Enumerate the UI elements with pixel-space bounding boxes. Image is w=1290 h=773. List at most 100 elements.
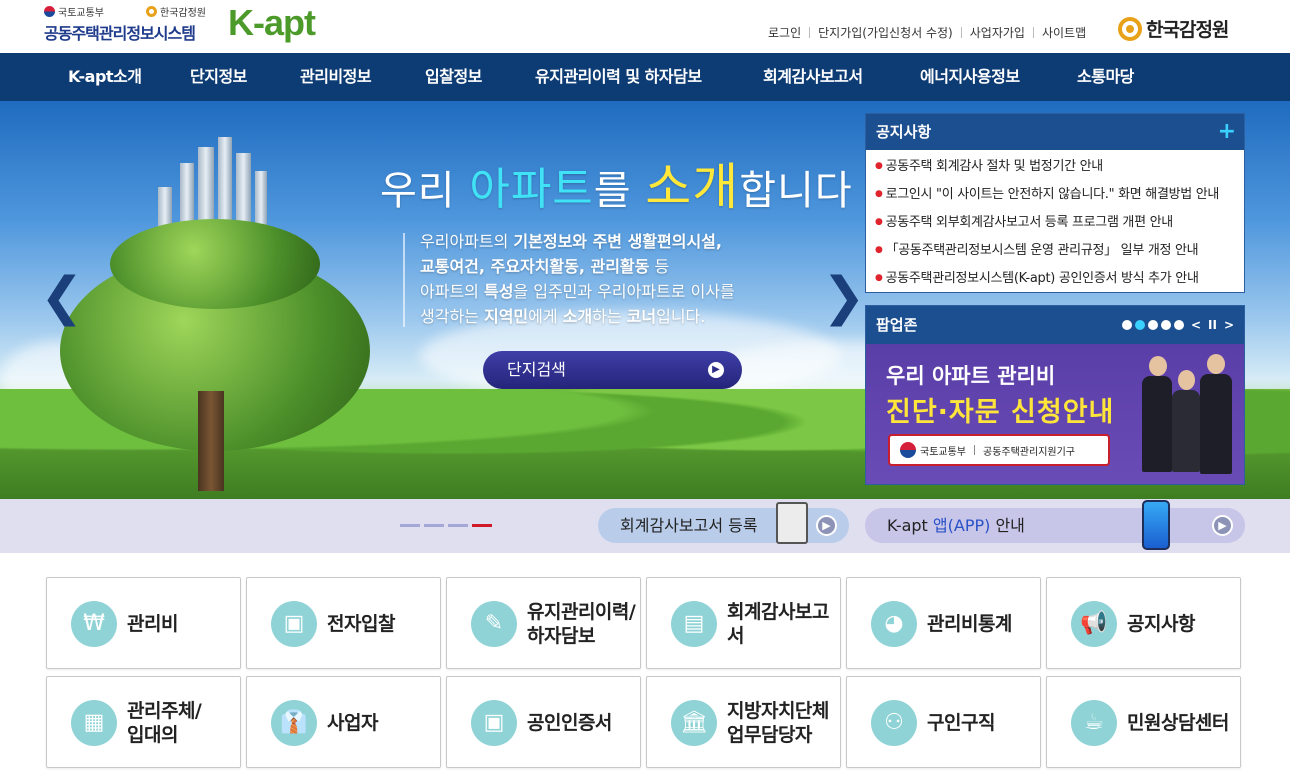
kapt-logo[interactable]: K-apt [228,2,316,44]
site-logo[interactable]: 국토교통부 한국감정원 공동주택관리정보시스템 [44,4,224,48]
people-icon: ⚇ [871,700,917,746]
nav-maintenance[interactable]: 유지관리이력 및 하자담보 [535,53,702,101]
system-name: 공동주택관리정보시스템 [44,24,196,43]
nav-complex-info[interactable]: 단지정보 [190,53,247,101]
notice-item[interactable]: ● 「공동주택관리정보시스템 운영 관리규정」 일부 개정 안내 [875,237,1238,265]
notice-item[interactable]: ● 공동주택 외부회계감사보고서 등록 프로그램 개편 안내 [875,209,1238,237]
notice-item-text: 「공동주택관리정보시스템 운영 관리규정」 일부 개정 안내 [885,243,1199,258]
text: 특성 [483,282,514,301]
audit-report-register-button[interactable]: 회계감사보고서 등록 ▶ [598,508,849,543]
popup-dot[interactable] [1121,320,1132,330]
login-link[interactable]: 로그인 [768,24,801,41]
nav-bid-info[interactable]: 입찰정보 [425,53,482,101]
tree-trunk [198,391,224,491]
text: 등 [649,257,670,276]
pause-icon[interactable]: II [1208,306,1217,344]
chevron-right-icon: ▶ [816,515,837,536]
button-label: 회계감사보고서 등록 [620,516,758,535]
person-head [1207,354,1225,374]
quick-menu-label: 공지사항 [1127,613,1195,635]
quick-menu-card[interactable]: ▤ 회계감사보고서 [646,577,841,669]
money-bag-icon: ₩ [71,601,117,647]
quick-menu-card[interactable]: ☕ 민원상담센터 [1046,676,1241,768]
notice-item[interactable]: ● 로그인시 "이 사이트는 안전하지 않습니다." 화면 해결방법 안내 [875,181,1238,209]
quick-menu-card[interactable]: ✎ 유지관리이력/ 하자담보 [446,577,641,669]
quick-menu-card[interactable]: ₩ 관리비 [46,577,241,669]
slide-indicator[interactable] [448,524,468,527]
notice-header: 공지사항 + [866,114,1244,150]
quick-menu-label: 민원상담센터 [1127,712,1229,734]
nav-kapt-intro[interactable]: K-apt소개 [68,53,142,101]
chevron-left-icon[interactable]: ❮ [40,271,84,323]
quick-menu-label: 회계감사보고서 [727,601,829,647]
ministry-text: 국토교통부 [58,8,104,19]
notice-item-text: 로그인시 "이 사이트는 안전하지 않습니다." 화면 해결방법 안내 [885,187,1220,202]
banner-strip: 회계감사보고서 등록 ▶ K-apt 앱(APP) 안내 ▶ [0,499,1290,553]
text: 코너 [626,307,657,326]
text: 생각하는 [420,307,484,326]
text: 기본정보와 주변 생활편의시설, [513,232,722,251]
agency-small-label: 한국감정원 [146,4,206,19]
notice-item[interactable]: ● 공동주택 회계감사 절차 및 법정기간 안내 [875,153,1238,181]
quick-menu-card[interactable]: 👔 사업자 [246,676,441,768]
kapt-app-guide-button[interactable]: K-apt 앱(APP) 안내 ▶ [865,508,1245,543]
nav-community[interactable]: 소통마당 [1077,53,1134,101]
quick-menu-label: 유지관리이력/ 하자담보 [527,601,636,647]
nav-fee-info[interactable]: 관리비정보 [300,53,372,101]
person-head [1149,356,1167,376]
hero-title-part: 아 [469,164,511,215]
text: 소개 [562,307,593,326]
page: 국토교통부 한국감정원 공동주택관리정보시스템 K-apt 로그인 단지가입(가… [0,0,1290,773]
chevron-right-icon: ▶ [708,362,724,378]
quick-menu-card[interactable]: ▣ 공인인증서 [446,676,641,768]
taegeuk-icon [44,6,55,17]
complex-signup-link[interactable]: 단지가입(가입신청서 수정) [818,24,953,41]
popup-dot[interactable] [1160,320,1171,330]
chevron-right-icon[interactable]: ❯ [822,271,866,323]
popup-dot[interactable] [1147,320,1158,330]
chevron-right-icon: ▶ [1212,515,1233,536]
coffee-cup-icon: ☕ [1071,700,1117,746]
quick-menu-label: 관리비통계 [927,613,1012,635]
slide-indicator[interactable] [400,524,420,527]
utility-links: 로그인 단지가입(가입신청서 수정) 사업자가입 사이트맵 [768,24,1086,41]
agency-logo[interactable]: 한국감정원 [1118,15,1229,42]
taegeuk-icon [900,442,916,458]
hero-description: 우리아파트의 기본정보와 주변 생활편의시설, 교통여건, 주요자치활동, 관리… [420,229,840,329]
wrench-icon: ✎ [471,601,517,647]
chevron-right-icon[interactable]: > [1224,306,1234,344]
business-signup-link[interactable]: 사업자가입 [970,24,1025,41]
slide-indicator[interactable] [424,524,444,527]
quick-menu-card[interactable]: 📢 공지사항 [1046,577,1241,669]
popup-line2: 진단·자문 신청안내 [886,397,1115,428]
popup-badge: 국토교통부 공동주택관리지원기구 [888,434,1110,466]
plus-icon[interactable]: + [1218,114,1236,150]
quick-menu-grid: ₩ 관리비 ▣ 전자입찰 ✎ 유지관리이력/ 하자담보 ▤ 회계감사보고서 ◕ 관리비통계 📢 공지사… [46,577,1242,770]
slide-indicator-active[interactable] [472,524,492,527]
quick-menu-card[interactable]: ⚇ 구인구직 [846,676,1041,768]
quick-menu-card[interactable]: ◕ 관리비통계 [846,577,1041,669]
nav-audit-report[interactable]: 회계감사보고서 [763,53,863,101]
agency-logo-text: 한국감정원 [1146,19,1229,41]
main-nav: K-apt소개 단지정보 관리비정보 입찰정보 유지관리이력 및 하자담보 회계… [0,53,1290,101]
hero-banner: 우리 아파트를 소개합니다 우리아파트의 기본정보와 주변 생활편의시설, 교통… [0,101,1290,499]
popup-controls: < II > [1121,306,1234,344]
popup-dot-active[interactable] [1134,320,1145,330]
text: 지역민 [483,307,529,326]
quick-menu-card[interactable]: 🏛 지방자치단체 업무담당자 [646,676,841,768]
quick-menu-card[interactable]: ▣ 전자입찰 [246,577,441,669]
text: 하는 [592,307,627,326]
hero-desc-line: 교통여건, 주요자치활동, 관리활동 등 [420,254,840,279]
quick-menu-card[interactable]: ▦ 관리주체/ 입대의 [46,676,241,768]
popup-banner[interactable]: 우리 아파트 관리비 진단·자문 신청안내 국토교통부 공동주택관리지원기구 [866,344,1244,484]
quick-menu-label: 관리비 [127,613,178,635]
popup-dot[interactable] [1173,320,1184,330]
notice-item[interactable]: ● 공동주택관리정보시스템(K-apt) 공인인증서 방식 추가 안내 [875,265,1238,293]
calculator-icon [776,502,808,544]
quick-menu-label: 지방자치단체 업무담당자 [727,700,829,746]
complex-search-button[interactable]: 단지검색 ▶ [483,351,742,389]
sitemap-link[interactable]: 사이트맵 [1042,24,1086,41]
chevron-left-icon[interactable]: < [1191,306,1201,344]
nav-energy-info[interactable]: 에너지사용정보 [920,53,1020,101]
quick-menu-label: 사업자 [327,712,378,734]
